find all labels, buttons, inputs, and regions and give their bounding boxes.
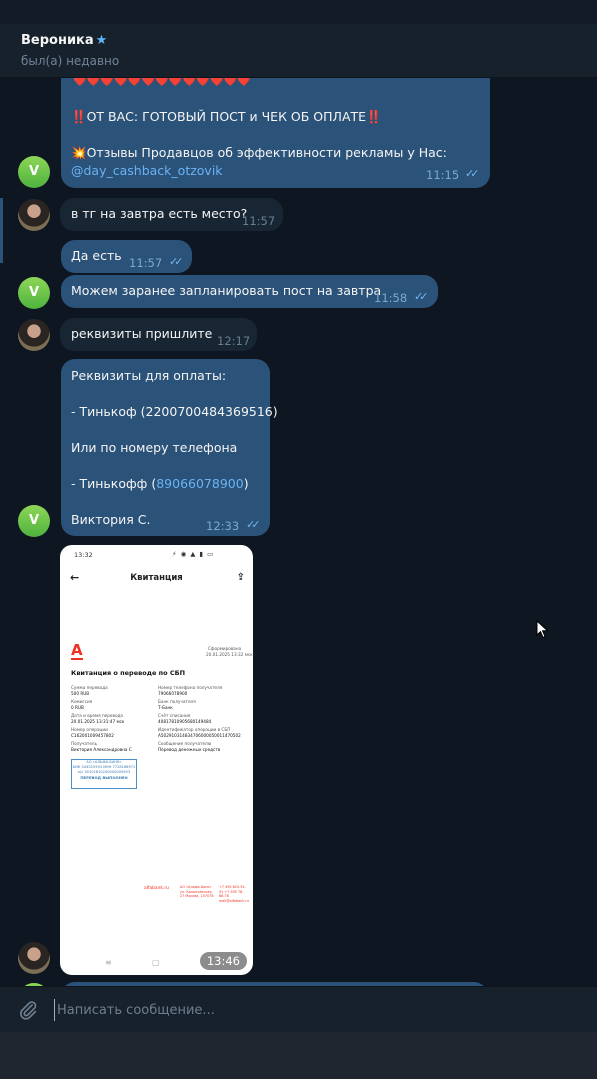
receipt-title: Квитанция	[130, 573, 183, 583]
menu-icon: ≡	[105, 958, 112, 967]
chat-header[interactable]: Вероника ★ был(а) недавно	[0, 24, 597, 78]
home-icon: ▢	[152, 958, 160, 967]
message-time: 13:46	[199, 952, 247, 970]
unread-indicator	[0, 198, 3, 263]
phone-status-bar: 13:32 ⚡ ◉ ▲ ▮ ▭	[60, 545, 253, 565]
receipt-field-value: Виктория Александровна С	[71, 747, 132, 752]
message-outgoing[interactable]: Реквизиты для оплаты: - Тинькоф (2200700…	[61, 359, 278, 536]
bank-stamp: АО «АЛЬФА-БАНК» БИК 044525593 ИНН 772816…	[71, 759, 137, 789]
receipt-heading: Квитанция о переводе по СБП	[71, 669, 186, 677]
receipt-footer: АО «Альфа-Банк» ул. Каланчёвская, 27 Мос…	[180, 885, 214, 898]
star-icon: ★	[95, 33, 108, 48]
receipt-field-value: 0 RUB	[71, 705, 84, 710]
message-text-line: ‼️ОТ ВАС: ГОТОВЫЙ ПОСТ и ЧЕК ОБ ОПЛАТЕ‼️	[71, 108, 382, 126]
receipt-field-value: 40817810905680149484	[158, 719, 212, 724]
message-link[interactable]: @day_cashback_otzovik	[71, 162, 223, 180]
phone-status-time: 13:32	[74, 551, 93, 559]
message-incoming[interactable]: в тг на завтра есть место? 11:57	[60, 198, 283, 231]
read-ticks-icon: ✓✓	[414, 290, 429, 303]
avatar[interactable]	[18, 199, 50, 231]
receipt-date: 20.01.2025 13:32 мск	[206, 652, 253, 657]
message-time: 12:33	[206, 519, 240, 533]
read-ticks-icon: ✓✓	[465, 167, 480, 180]
read-ticks-icon: ✓✓	[169, 255, 184, 268]
message-text: Можем заранее запланировать пост на завт…	[71, 283, 382, 298]
phone-link[interactable]: 89066078900	[156, 476, 243, 491]
contact-name[interactable]: Вероника ★	[21, 33, 107, 48]
message-input[interactable]	[54, 999, 574, 1021]
back-arrow-icon: ←	[70, 571, 80, 584]
message-outgoing[interactable]: Да есть 11:57 ✓✓	[61, 240, 192, 273]
message-text: Да есть	[71, 248, 122, 263]
collision-icon: 💥	[71, 145, 87, 160]
message-text: Или по номеру телефона	[71, 440, 238, 455]
avatar[interactable]: V	[18, 277, 50, 309]
message-outgoing[interactable]: ❤️❤️❤️❤️❤️❤️❤️❤️❤️❤️❤️❤️❤️ ‼️ОТ ВАС: ГОТ…	[61, 78, 490, 188]
receipt-footer: +7 495 620-91-91 +7 495 78-88-78 mail@al…	[219, 885, 249, 903]
double-exclamation-icon: ‼️	[366, 109, 382, 124]
contact-name-text: Вероника	[21, 33, 94, 48]
message-text: в тг на завтра есть место?	[71, 206, 248, 221]
message-outgoing[interactable]: Можем заранее запланировать пост на завт…	[61, 275, 438, 308]
avatar[interactable]	[18, 942, 50, 974]
receipt-navbar: ← Квитанция ⇪	[60, 565, 253, 591]
hearts-row: ❤️❤️❤️❤️❤️❤️❤️❤️❤️❤️❤️❤️❤️	[73, 78, 252, 87]
receipt-field-value: 500 RUB	[71, 691, 90, 696]
receipt-footer: alfabank.ru	[144, 886, 169, 891]
taskbar	[0, 1032, 597, 1079]
message-text: реквизиты пришлите	[71, 326, 213, 341]
avatar[interactable]: V	[18, 156, 50, 188]
avatar[interactable]: V	[18, 505, 50, 537]
message-time: 11:58	[374, 291, 408, 305]
receipt-image-message[interactable]: 13:32 ⚡ ◉ ▲ ▮ ▭ ← Квитанция ⇪ А Сформиро…	[60, 545, 253, 975]
contact-status: был(а) недавно	[21, 54, 120, 68]
message-text: Отзывы Продавцов об эффективности реклам…	[86, 145, 447, 160]
message-text-line: 💥Отзывы Продавцов об эффективности рекла…	[71, 144, 447, 162]
share-icon: ⇪	[236, 572, 245, 583]
message-composer	[0, 986, 597, 1032]
message-text: Виктория С.	[71, 512, 151, 527]
attach-icon[interactable]	[17, 999, 39, 1021]
mouse-cursor-icon	[536, 620, 549, 639]
message-list[interactable]: ❤️❤️❤️❤️❤️❤️❤️❤️❤️❤️❤️❤️❤️ ‼️ОТ ВАС: ГОТ…	[0, 78, 597, 986]
phone-status-icons: ⚡ ◉ ▲ ▮ ▭	[172, 550, 215, 558]
receipt-field-value: 20.01.2025 13:31:47 мск	[71, 719, 125, 724]
receipt-field-value: C162001009457802	[71, 733, 114, 738]
message-time: 11:15	[426, 168, 460, 182]
message-text: ОТ ВАС: ГОТОВЫЙ ПОСТ и ЧЕК ОБ ОПЛАТЕ	[86, 109, 367, 124]
receipt-field-value: A502910314834706000050011470502	[158, 733, 241, 738]
message-text: Реквизиты для оплаты:	[71, 368, 227, 383]
message-time: 11:57	[129, 256, 163, 270]
message-text: - Тинькофф (	[71, 476, 157, 491]
stamp-text: ПЕРЕВОД ВЫПОЛНЕН	[80, 775, 128, 780]
message-incoming[interactable]: реквизиты пришлите 12:17	[60, 318, 257, 351]
message-text-line: - Тинькофф (89066078900)	[71, 475, 249, 493]
alfa-logo: А	[71, 641, 83, 660]
message-text: )	[243, 476, 249, 491]
receipt-field-value: 79066078900	[158, 691, 188, 696]
message-time: 12:17	[217, 334, 251, 348]
receipt-field-value: Перевод денежных средств	[158, 747, 221, 752]
read-ticks-icon: ✓✓	[246, 518, 261, 531]
window-top-strip	[0, 0, 597, 24]
message-text: - Тинькоф (2200700484369516)	[71, 404, 278, 419]
double-exclamation-icon: ‼️	[71, 109, 87, 124]
receipt-field-value: Т-Банк	[158, 705, 173, 710]
avatar[interactable]	[18, 319, 50, 351]
message-time: 11:57	[242, 214, 276, 228]
